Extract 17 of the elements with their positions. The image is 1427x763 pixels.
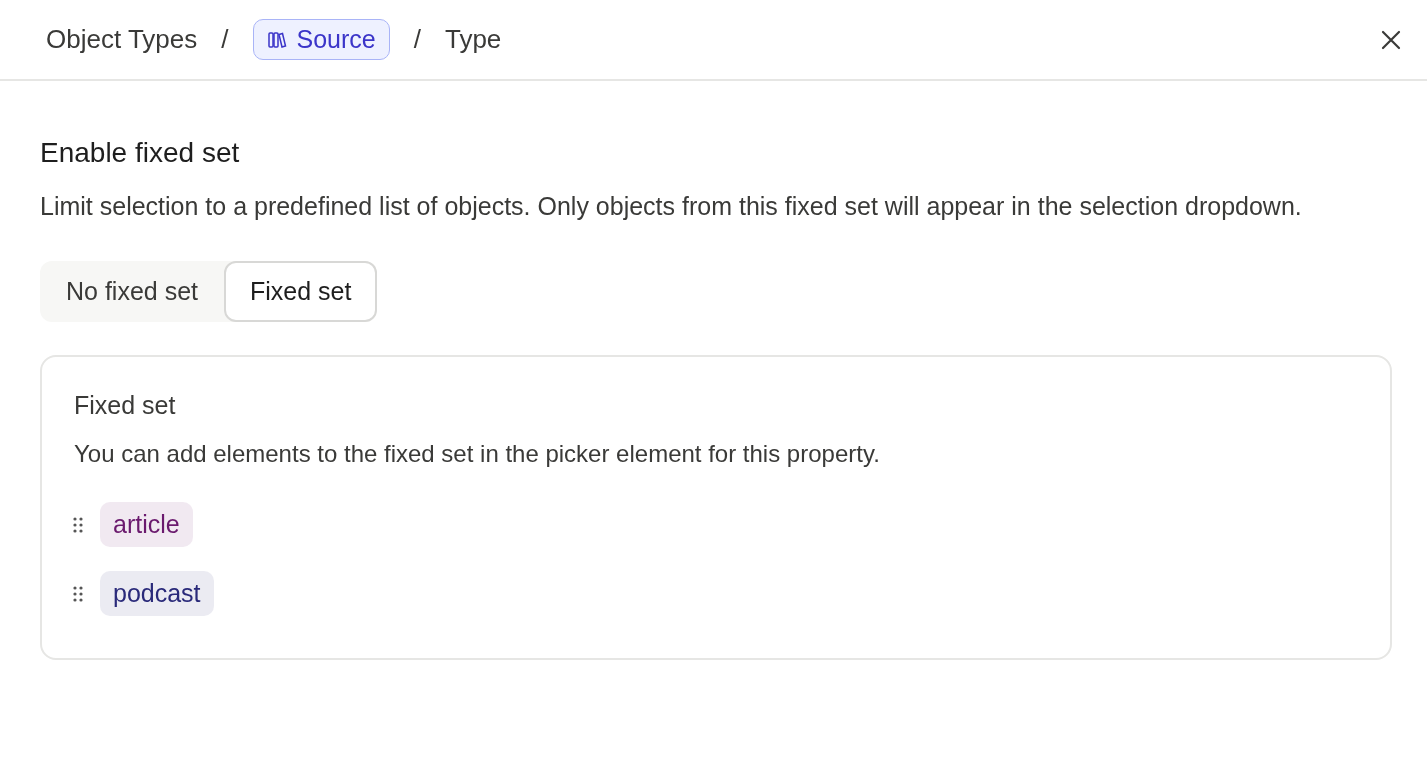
card-description: You can add elements to the fixed set in the picker element for this property. (74, 440, 881, 468)
object-tag: podcast (100, 571, 214, 616)
section-title: Enable fixed set (40, 137, 241, 169)
breadcrumb-separator: / (221, 24, 229, 55)
segment-tab[interactable]: Fixed set (224, 261, 378, 322)
close-icon (1381, 29, 1401, 50)
segment-tab[interactable]: No fixed set (40, 261, 224, 322)
books-icon (266, 29, 287, 50)
section-description: Limit selection to a predefined list of objects. Only objects from this fixed set will appear in the selection dropdown. (40, 191, 1303, 222)
drag-handle-icon[interactable] (72, 515, 84, 534)
breadcrumb-item[interactable]: Object Types (46, 24, 198, 55)
breadcrumb-chip[interactable]: Source (252, 19, 390, 60)
breadcrumb-item: Type (444, 24, 502, 55)
object-tag: article (100, 502, 193, 547)
breadcrumb-separator: / (413, 24, 421, 55)
card-title: Fixed set (74, 391, 177, 420)
drag-handle-icon[interactable] (72, 584, 84, 603)
